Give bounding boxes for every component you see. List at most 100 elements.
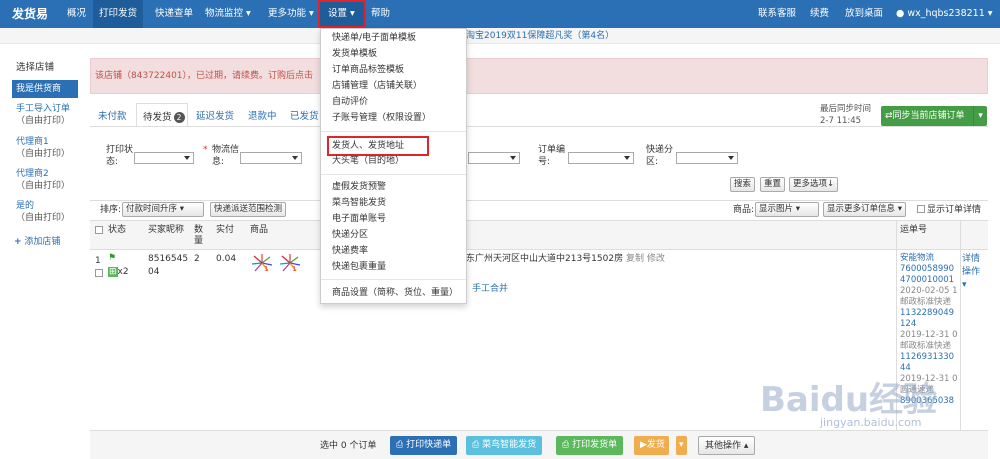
print-express-button[interactable]: ⎙ 打印快递单: [390, 436, 458, 455]
tab-shipped[interactable]: 已发货: [290, 108, 319, 122]
printer-icon: ⎙: [562, 440, 570, 450]
menu-item-subaccount[interactable]: 子账号管理（权限设置）: [332, 112, 431, 124]
express-zone-select[interactable]: [676, 152, 738, 164]
other-actions-button[interactable]: 其他操作 ▴: [698, 436, 756, 455]
sidebar-item-agent2[interactable]: 代理商2 （自由打印）: [16, 168, 70, 192]
manual-merge-link[interactable]: 手工合并: [472, 283, 508, 296]
chevron-down-icon[interactable]: ▾: [973, 106, 987, 126]
menu-item-waybill-account[interactable]: 电子面单账号: [332, 213, 386, 225]
waybill-company[interactable]: 安能物流: [900, 253, 958, 264]
row-checkbox[interactable]: [95, 269, 103, 277]
ship-label: 发货: [646, 440, 665, 450]
edit-link[interactable]: 修改: [647, 254, 665, 264]
tab-delayed[interactable]: 延迟发货: [196, 108, 234, 122]
tab-unpaid[interactable]: 未付款: [98, 108, 127, 122]
menu-item-fake-ship-alert[interactable]: 虚假发货预警: [332, 181, 386, 193]
sidebar-item-supplier[interactable]: 我是供货商: [12, 80, 78, 98]
notice-text[interactable]: 淘宝2019双11保障超凡奖（第4名）: [466, 28, 614, 44]
menu-item-destination[interactable]: 大头笔（目的地）: [332, 155, 404, 167]
printer-icon: ⎙: [472, 440, 480, 450]
ship-dropdown-button[interactable]: ▾: [676, 436, 687, 455]
required-star: *: [203, 145, 208, 155]
nav-more-functions[interactable]: 更多功能 ▾: [268, 0, 314, 28]
menu-divider: [321, 279, 466, 280]
address-input[interactable]: [468, 152, 520, 164]
show-more-info-select[interactable]: 显示更多订单信息 ▾: [823, 202, 906, 217]
expired-alert: 该店铺（843722401），已过期，请续费。订购后点击: [90, 58, 988, 94]
menu-item-label-template[interactable]: 订单商品标签模板: [332, 64, 404, 76]
sync-label: 最后同步时间: [820, 104, 872, 114]
sync-orders-button[interactable]: ⇄同步当前店铺订单 ▾: [881, 106, 987, 126]
show-detail-checkbox[interactable]: [917, 205, 925, 213]
print-ship-label: 打印发货单: [572, 440, 618, 450]
menu-item-ship-template[interactable]: 发货单模板: [332, 48, 377, 60]
tab-pending-ship[interactable]: 待发货 2: [136, 103, 188, 127]
filter-express-zone-label: 快递分区:: [646, 145, 674, 167]
nav-contact-support[interactable]: 联系客服: [758, 0, 796, 28]
sidebar-title: 选择店铺: [16, 62, 55, 73]
nav-settings[interactable]: 设置 ▾: [318, 0, 366, 28]
operation-menu[interactable]: 操作 ▾: [962, 266, 980, 292]
sidebar-item-sub: （自由打印）: [16, 116, 71, 126]
address-text: 东广州天河区中山大道中213号1502房: [466, 254, 624, 264]
nav-print-ship[interactable]: 打印发货: [93, 0, 144, 28]
reset-button[interactable]: 重置: [760, 177, 786, 192]
top-navbar: 发货易 概况 打印发货 快递查单 物流监控 ▾ 更多功能 ▾ 设置 ▾ 帮助 联…: [0, 0, 1000, 28]
delivery-range-check-button[interactable]: 快递派送范围检测: [210, 202, 287, 217]
svg-text:1: 1: [292, 265, 296, 273]
menu-item-goods-settings[interactable]: 商品设置（简称、货位、重量）: [332, 287, 458, 299]
sidebar-item-yes[interactable]: 是的 （自由打印）: [16, 200, 70, 224]
menu-item-sender-address[interactable]: 发货人、发货地址: [332, 140, 404, 152]
tab-refunding[interactable]: 退款中: [248, 108, 277, 122]
sync-button-label: 同步当前店铺订单: [892, 111, 965, 121]
menu-item-waybill-template[interactable]: 快递单/电子面单模板: [332, 32, 416, 44]
waybill-company: 邮政标准快递: [900, 341, 952, 351]
menu-item-express-rate[interactable]: 快递费率: [332, 245, 368, 257]
more-options-button[interactable]: 更多选项↓: [789, 177, 839, 192]
sidebar-item-sub: （自由打印）: [16, 213, 71, 223]
waybill-number[interactable]: 1132289049: [900, 308, 958, 319]
sidebar-item-agent1[interactable]: 代理商1 （自由打印）: [16, 136, 70, 160]
print-ship-button[interactable]: ⎙ 打印发货单: [556, 436, 624, 455]
waybill-number[interactable]: 7600058990: [900, 264, 958, 275]
select-all-checkbox[interactable]: [95, 226, 103, 234]
ship-button[interactable]: ▶发货: [634, 436, 669, 455]
col-buyer: 买家昵称: [148, 225, 185, 235]
add-shop-link[interactable]: + 添加店铺: [14, 236, 60, 248]
order-no-input[interactable]: [568, 152, 634, 164]
nav-logistics-monitor[interactable]: 物流监控 ▾: [205, 0, 251, 28]
menu-item-parcel-weight[interactable]: 快递包裹重量: [332, 261, 386, 273]
sort-value: 付款时间升序: [126, 204, 178, 214]
nav-add-desktop[interactable]: 放到桌面: [845, 0, 883, 28]
merge-icon: ⊞: [108, 267, 118, 277]
search-button[interactable]: 搜索: [730, 177, 756, 192]
nav-more-label: 更多功能: [268, 8, 307, 19]
sort-label: 排序:: [100, 205, 122, 215]
sort-select[interactable]: 付款时间升序 ▾: [122, 202, 204, 217]
waybill-number[interactable]: 124: [900, 319, 958, 330]
sidebar-item-manual-import[interactable]: 手工导入订单 （自由打印）: [16, 103, 70, 127]
cainiao-ship-button[interactable]: ⎙ 菜鸟智能发货: [466, 436, 543, 455]
waybill-number[interactable]: 1126931330: [900, 352, 958, 363]
waybill-number[interactable]: 4700010001: [900, 275, 958, 286]
menu-item-shop-manage[interactable]: 店铺管理（店铺关联）: [332, 80, 422, 92]
col-paid: 实付: [216, 225, 235, 235]
nav-help[interactable]: 帮助: [371, 0, 390, 28]
print-status-select[interactable]: [134, 152, 194, 164]
copy-link[interactable]: 复制: [626, 254, 644, 264]
app-brand[interactable]: 发货易: [12, 0, 48, 28]
detail-link[interactable]: 详情: [962, 253, 980, 266]
menu-item-express-zone[interactable]: 快递分区: [332, 229, 368, 241]
show-image-select[interactable]: 显示图片 ▾: [755, 202, 819, 217]
menu-item-auto-review[interactable]: 自动评价: [332, 96, 368, 108]
product-image[interactable]: 1: [278, 253, 302, 273]
nav-renew[interactable]: 续费: [810, 0, 829, 28]
other-actions-label: 其他操作: [705, 441, 742, 451]
nav-overview[interactable]: 概况: [67, 0, 86, 28]
nav-user[interactable]: ● wx_hqbs238211 ▾: [896, 0, 993, 28]
logistics-select[interactable]: [240, 152, 302, 164]
nav-express-lookup[interactable]: 快递查单: [155, 0, 193, 28]
menu-item-cainiao-ship[interactable]: 菜鸟智能发货: [332, 197, 386, 209]
settings-dropdown-menu: 快递单/电子面单模板 发货单模板 订单商品标签模板 店铺管理（店铺关联） 自动评…: [320, 28, 467, 304]
product-image[interactable]: 1: [250, 253, 274, 273]
